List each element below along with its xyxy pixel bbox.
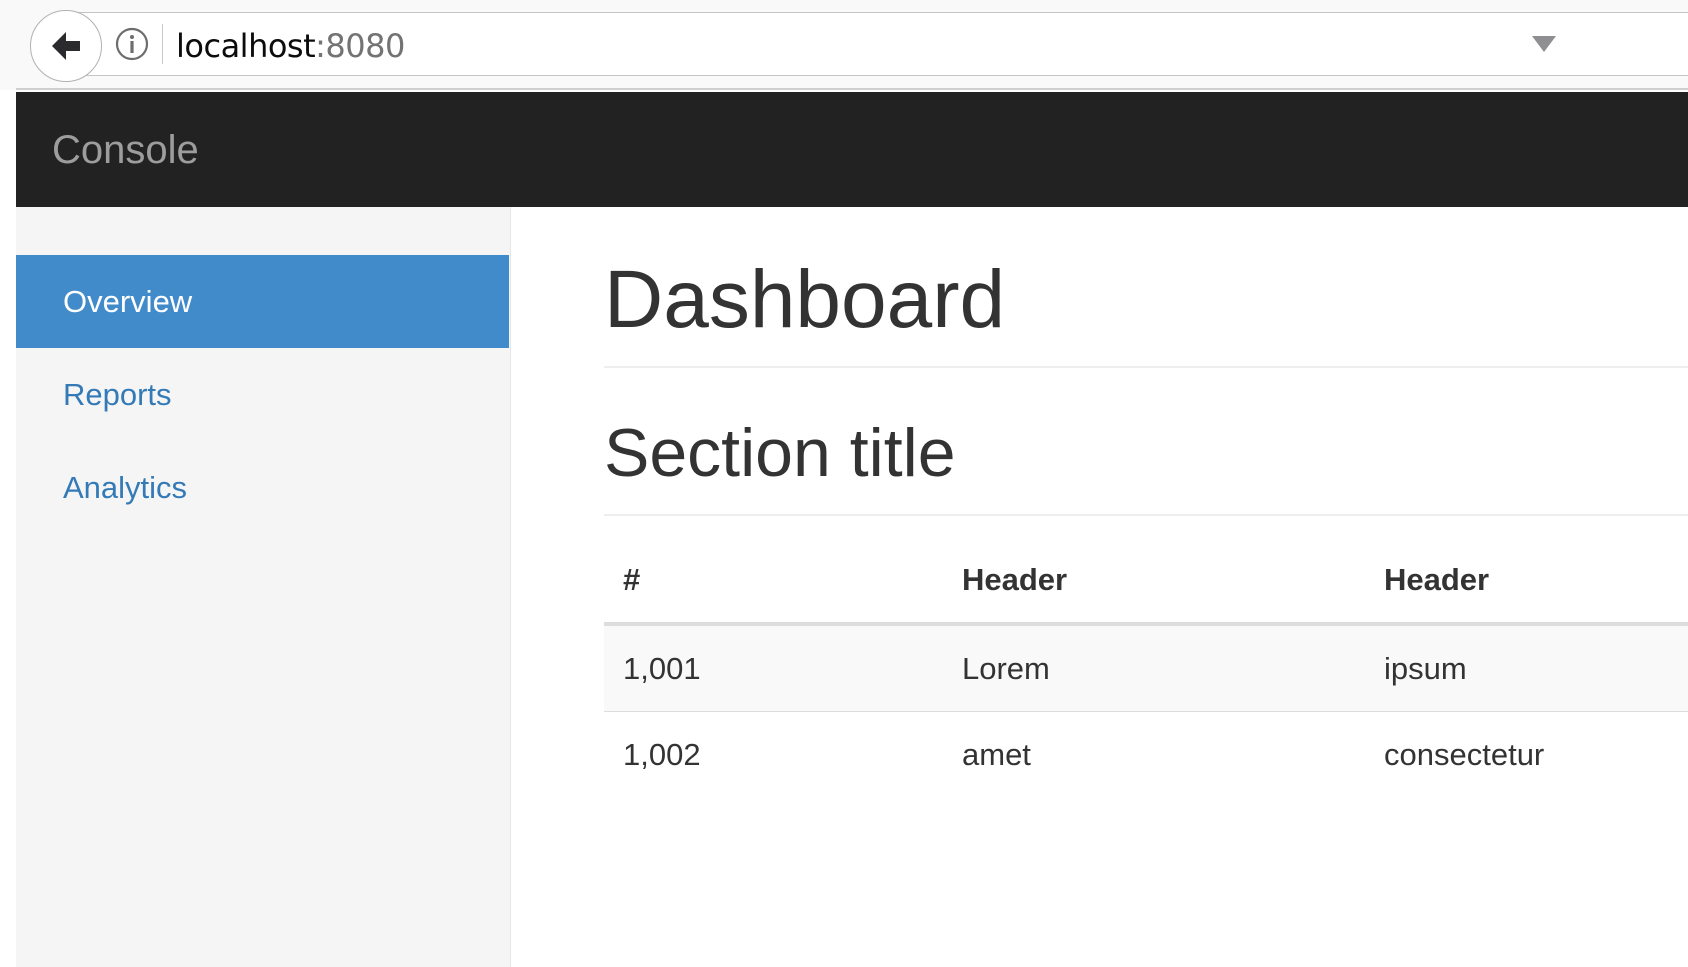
table-cell: 1,002 (623, 737, 701, 772)
data-table: # Header Header 1,001 Lorem ipsum 1,002 … (604, 538, 1688, 798)
page-title-divider (604, 366, 1688, 368)
url-divider (162, 24, 163, 64)
top-navbar: Console (16, 92, 1688, 207)
url-host: localhost (176, 27, 316, 65)
site-info-icon[interactable] (114, 26, 150, 62)
table-header-row: # Header Header (604, 538, 1688, 626)
table-cell: 1,001 (623, 650, 701, 686)
sidebar: Overview Reports Analytics (16, 207, 511, 967)
url-port: :8080 (315, 27, 405, 65)
url-text[interactable]: localhost:8080 (176, 26, 405, 66)
sidebar-item-overview[interactable]: Overview (16, 255, 509, 348)
table-cell: consectetur (1384, 737, 1545, 772)
column-header: # (623, 562, 641, 597)
table-row: 1,001 Lorem ipsum (604, 626, 1688, 712)
sidebar-item-reports[interactable]: Reports (16, 348, 509, 441)
back-arrow-icon (52, 32, 80, 60)
table-cell: amet (962, 737, 1031, 772)
section-title: Section title (604, 415, 956, 491)
column-header: Header (962, 562, 1068, 597)
section-title-divider (604, 514, 1688, 516)
url-dropdown-icon[interactable] (1532, 36, 1556, 52)
table-row: 1,002 amet consectetur (604, 712, 1688, 798)
navbar-brand[interactable]: Console (52, 122, 199, 178)
main-content: Dashboard Section title # Header Header … (604, 207, 1688, 967)
browser-toolbar: localhost:8080 (0, 0, 1688, 90)
page-title: Dashboard (604, 254, 1006, 345)
column-header: Header (1384, 562, 1490, 597)
back-button[interactable] (30, 10, 102, 82)
table-cell: Lorem (962, 650, 1050, 686)
table-cell: ipsum (1384, 650, 1467, 686)
sidebar-item-analytics[interactable]: Analytics (16, 441, 509, 534)
